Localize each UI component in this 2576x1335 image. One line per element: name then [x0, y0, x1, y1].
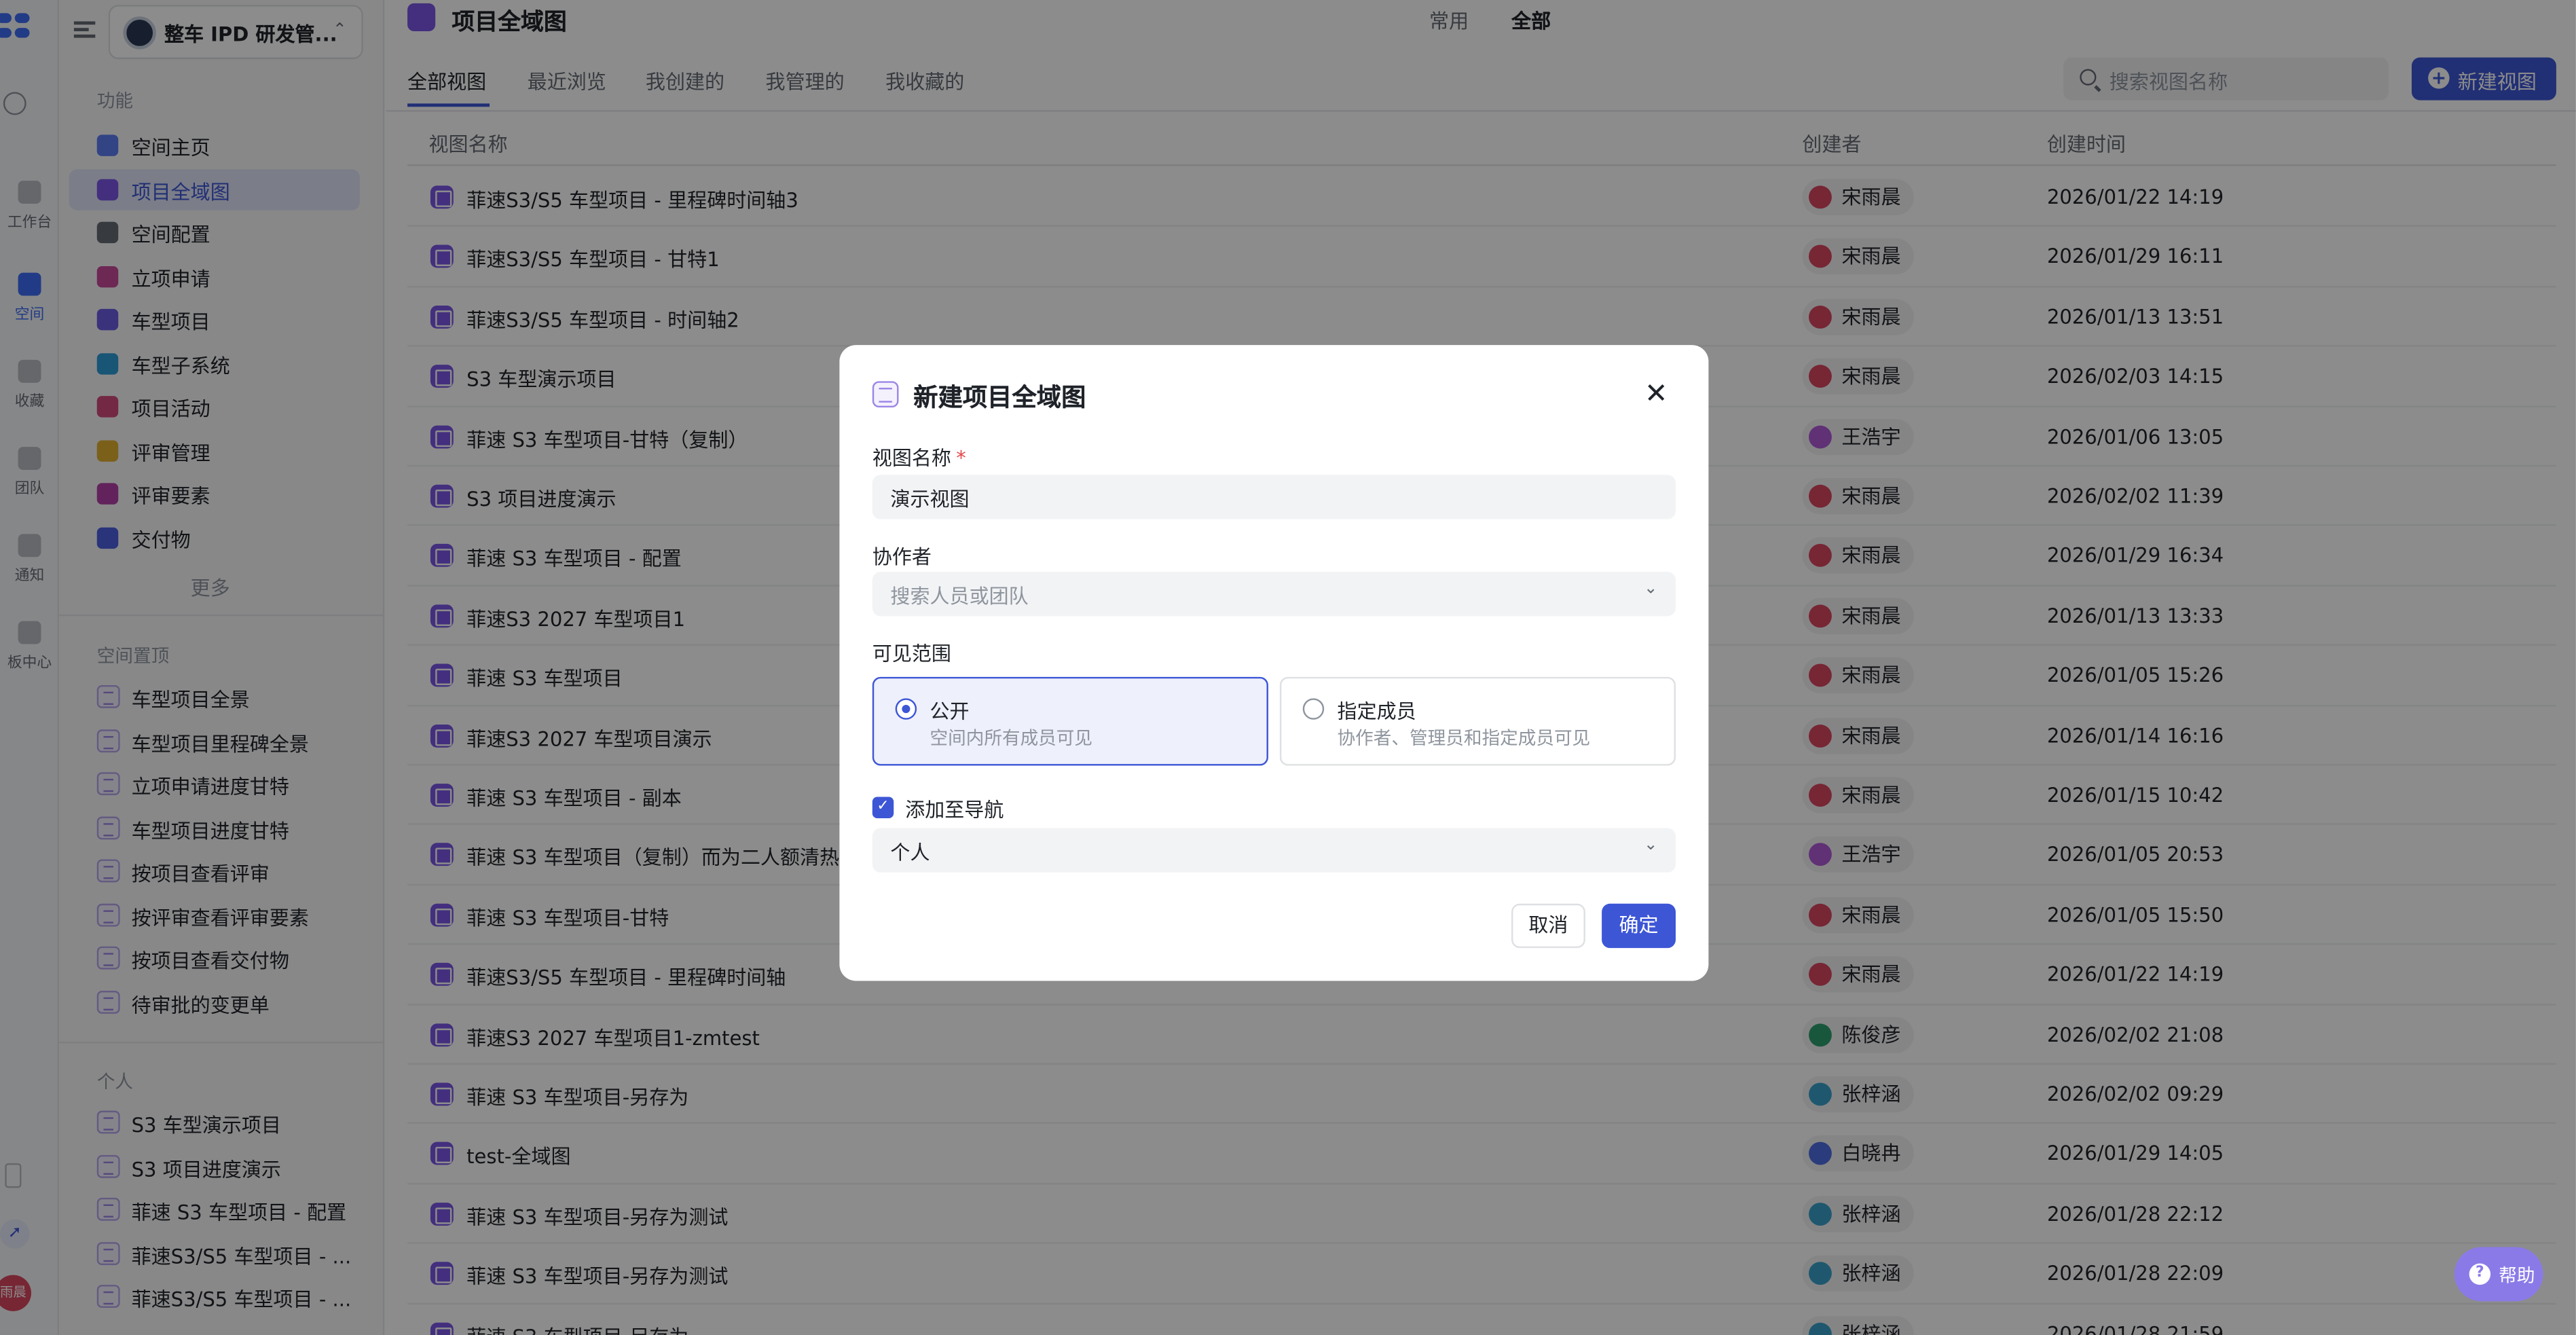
collaborator-label: 协作者	[872, 545, 932, 569]
dialog-title: 新建项目全域图	[913, 382, 1086, 413]
cancel-button[interactable]: 取消	[1511, 903, 1585, 949]
add-to-nav-checkbox[interactable]: ✓	[872, 797, 894, 818]
visibility-option-members[interactable]: 指定成员 协作者、管理员和指定成员可见	[1279, 676, 1676, 766]
nav-location-select[interactable]: 个人 ⌄	[872, 828, 1676, 873]
close-icon[interactable]: ✕	[1644, 378, 1668, 411]
question-icon: ?	[2469, 1263, 2491, 1285]
chevron-down-icon: ⌄	[1644, 580, 1658, 598]
radio-unselected[interactable]	[1302, 698, 1325, 720]
view-name-input[interactable]: 演示视图	[872, 475, 1676, 519]
visibility-label: 可见范围	[872, 642, 951, 665]
confirm-button[interactable]: 确定	[1602, 903, 1676, 949]
view-name-label: 视图名称 *	[872, 447, 966, 471]
new-project-map-dialog: 新建项目全域图 ✕ 视图名称 * 演示视图 协作者 搜索人员或团队 ⌄ 可见范围 …	[839, 345, 1709, 981]
app-window: 工作台 空间 收藏 团队 通知 板中心 ➚ 雨晨 整车 IPD 研发管... ⌃…	[0, 0, 2576, 1335]
radio-selected[interactable]	[895, 698, 917, 720]
collaborator-select[interactable]: 搜索人员或团队 ⌄	[872, 572, 1676, 617]
project-map-icon	[872, 381, 899, 408]
visibility-option-public[interactable]: 公开 空间内所有成员可见	[872, 676, 1268, 766]
add-to-nav-label: 添加至导航	[905, 798, 1004, 822]
help-button[interactable]: ? 帮助	[2454, 1247, 2543, 1302]
chevron-down-icon: ⌄	[1644, 836, 1658, 855]
required-mark: *	[956, 447, 966, 471]
